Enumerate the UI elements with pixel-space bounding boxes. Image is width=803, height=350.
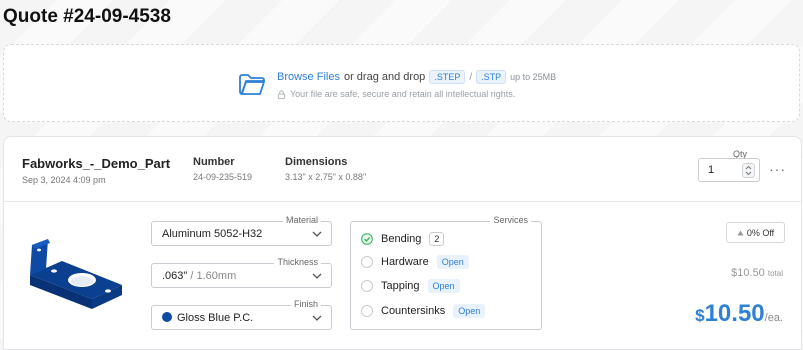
open-badge[interactable]: Open xyxy=(427,279,460,293)
thickness-select[interactable]: Thickness .063" / 1.60mm xyxy=(151,257,332,288)
part-thumbnail[interactable] xyxy=(22,233,132,313)
number-label: Number xyxy=(193,156,235,168)
finish-label: Gloss Blue P.C. xyxy=(177,312,254,324)
thickness-legend: Thickness xyxy=(274,257,321,268)
service-countersinks[interactable]: Countersinks Open xyxy=(361,304,486,318)
tapping-radio[interactable] xyxy=(361,280,373,292)
finish-select[interactable]: Finish Gloss Blue P.C. xyxy=(151,299,332,330)
discount-badge[interactable]: 0% Off xyxy=(726,222,785,243)
service-label: Bending xyxy=(381,233,422,245)
part-name[interactable]: Fabworks_-_Demo_Part xyxy=(22,156,170,171)
discount-text: 0% Off xyxy=(746,227,775,238)
chevron-down-icon xyxy=(312,273,322,279)
chevron-down-icon xyxy=(312,231,322,237)
ext-step-badge: .STEP xyxy=(429,70,466,84)
part-dimensions: 3.13" x 2.75" x 0.88" xyxy=(285,172,367,182)
thickness-mm: / 1.60mm xyxy=(190,270,237,282)
folder-icon xyxy=(239,74,265,95)
service-tapping[interactable]: Tapping Open xyxy=(361,279,460,293)
lock-icon xyxy=(277,89,286,99)
finish-color-swatch xyxy=(162,312,172,322)
price-per-unit: /ea. xyxy=(764,312,783,324)
upload-instructions: Browse Files or drag and drop .STEP / .S… xyxy=(277,70,556,84)
thickness-value: .063" / 1.60mm xyxy=(162,270,236,282)
countersinks-radio[interactable] xyxy=(361,305,373,317)
subtotal: $10.50 total xyxy=(731,267,783,279)
material-select[interactable]: Material Aluminum 5052-H32 xyxy=(151,215,332,246)
finish-value: Gloss Blue P.C. xyxy=(162,312,253,324)
security-note: Your file are safe, secure and retain al… xyxy=(277,89,515,99)
part-card: Fabworks_-_Demo_Part Sep 3, 2024 4:09 pm… xyxy=(3,136,802,350)
page-title: Quote #24-09-4538 xyxy=(3,6,171,27)
service-label: Countersinks xyxy=(381,305,446,317)
part-card-header: Fabworks_-_Demo_Part Sep 3, 2024 4:09 pm… xyxy=(4,137,801,202)
file-drop-zone[interactable]: Browse Files or drag and drop .STEP / .S… xyxy=(3,44,800,122)
material-legend: Material xyxy=(282,215,321,226)
services-panel: Services Bending 2 Hardware Open Tapping… xyxy=(350,215,542,330)
more-options-button[interactable]: ··· xyxy=(769,161,786,177)
services-legend: Services xyxy=(490,215,531,226)
qty-stepper[interactable] xyxy=(742,163,755,178)
material-value: Aluminum 5052-H32 xyxy=(162,228,263,240)
bend-count-badge: 2 xyxy=(429,232,445,246)
ext-stp-badge: .STP xyxy=(476,70,507,84)
thickness-inches: .063" xyxy=(162,270,188,282)
dimensions-label: Dimensions xyxy=(285,156,348,168)
subtotal-unit: total xyxy=(767,269,783,278)
price-currency: $ xyxy=(695,306,705,325)
service-bending[interactable]: Bending 2 xyxy=(361,232,445,246)
subtotal-amount: $10.50 xyxy=(731,267,765,279)
qty-input[interactable]: 1 xyxy=(698,158,760,182)
browse-files-link[interactable]: Browse Files xyxy=(277,71,340,83)
part-number: 24-09-235-519 xyxy=(193,172,253,182)
service-label: Tapping xyxy=(381,280,420,292)
ext-separator: / xyxy=(469,71,473,83)
finish-legend: Finish xyxy=(290,299,321,310)
check-circle-icon xyxy=(361,233,373,245)
unit-price: $10.50/ea. xyxy=(695,300,783,328)
price-amount: 10.50 xyxy=(704,300,765,327)
hardware-radio[interactable] xyxy=(361,256,373,268)
open-badge[interactable]: Open xyxy=(453,304,486,318)
security-note-text: Your file are safe, secure and retain al… xyxy=(290,89,516,99)
service-hardware[interactable]: Hardware Open xyxy=(361,255,469,269)
upload-limit: up to 25MB xyxy=(510,72,557,82)
service-label: Hardware xyxy=(381,256,429,268)
part-date: Sep 3, 2024 4:09 pm xyxy=(22,175,106,185)
stepper-arrows-icon xyxy=(745,165,752,176)
triangle-up-icon xyxy=(737,230,744,235)
drag-drop-text: or drag and drop xyxy=(343,71,426,83)
qty-value: 1 xyxy=(708,164,715,176)
chevron-down-icon xyxy=(312,315,322,321)
open-badge[interactable]: Open xyxy=(436,255,469,269)
